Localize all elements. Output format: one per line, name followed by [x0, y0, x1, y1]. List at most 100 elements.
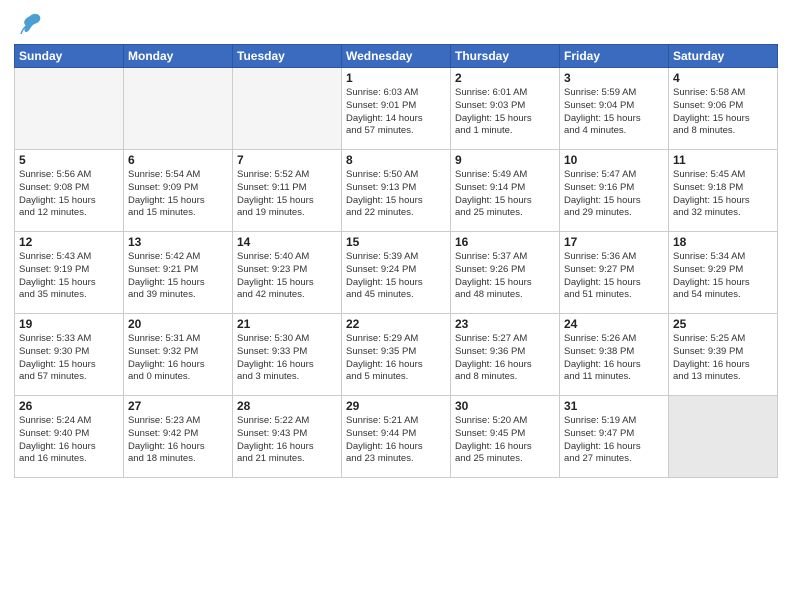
day-number: 4: [673, 71, 773, 85]
day-cell: 22 Sunrise: 5:29 AM Sunset: 9:35 PM Dayli…: [342, 314, 451, 396]
day-number: 24: [564, 317, 664, 331]
day-number: 3: [564, 71, 664, 85]
day-cell: 16Sunrise: 5:37 AM Sunset: 9:26 PM Dayli…: [451, 232, 560, 314]
day-info: Sunrise: 5:33 AM Sunset: 9:30 PM Dayligh…: [19, 333, 119, 384]
day-cell: 20 Sunrise: 5:31 AM Sunset: 9:32 PM Dayli…: [124, 314, 233, 396]
header: [14, 10, 778, 38]
col-header-monday: Monday: [124, 45, 233, 68]
day-info: Sunrise: 5:36 AM Sunset: 9:27 PM Dayligh…: [564, 251, 664, 302]
day-info: Sunrise: 5:45 AM Sunset: 9:18 PM Dayligh…: [673, 169, 773, 220]
day-info: Sunrise: 5:40 AM Sunset: 9:23 PM Dayligh…: [237, 251, 337, 302]
day-cell: 11 Sunrise: 5:45 AM Sunset: 9:18 PM Dayli…: [669, 150, 778, 232]
day-number: 25: [673, 317, 773, 331]
day-cell: 21 Sunrise: 5:30 AM Sunset: 9:33 PM Dayli…: [233, 314, 342, 396]
day-number: 11: [673, 153, 773, 167]
day-cell: [669, 396, 778, 478]
day-cell: 13Sunrise: 5:42 AM Sunset: 9:21 PM Dayli…: [124, 232, 233, 314]
calendar-table: SundayMondayTuesdayWednesdayThursdayFrid…: [14, 44, 778, 478]
day-info: Sunrise: 5:59 AM Sunset: 9:04 PM Dayligh…: [564, 87, 664, 138]
day-cell: 28Sunrise: 5:22 AM Sunset: 9:43 PM Dayli…: [233, 396, 342, 478]
col-header-sunday: Sunday: [15, 45, 124, 68]
week-row-3: 12Sunrise: 5:43 AM Sunset: 9:19 PM Dayli…: [15, 232, 778, 314]
day-cell: 6 Sunrise: 5:54 AM Sunset: 9:09 PM Daylig…: [124, 150, 233, 232]
col-header-thursday: Thursday: [451, 45, 560, 68]
day-info: Sunrise: 5:49 AM Sunset: 9:14 PM Dayligh…: [455, 169, 555, 220]
day-cell: 27 Sunrise: 5:23 AM Sunset: 9:42 PM Dayli…: [124, 396, 233, 478]
logo: [14, 10, 44, 38]
day-cell: 12Sunrise: 5:43 AM Sunset: 9:19 PM Dayli…: [15, 232, 124, 314]
day-number: 10: [564, 153, 664, 167]
day-number: 20: [128, 317, 228, 331]
day-info: Sunrise: 5:43 AM Sunset: 9:19 PM Dayligh…: [19, 251, 119, 302]
day-cell: 10 Sunrise: 5:47 AM Sunset: 9:16 PM Dayli…: [560, 150, 669, 232]
day-number: 22: [346, 317, 446, 331]
day-info: Sunrise: 5:54 AM Sunset: 9:09 PM Dayligh…: [128, 169, 228, 220]
day-info: Sunrise: 5:22 AM Sunset: 9:43 PM Dayligh…: [237, 415, 337, 466]
day-info: Sunrise: 5:31 AM Sunset: 9:32 PM Dayligh…: [128, 333, 228, 384]
logo-bird-icon: [16, 10, 44, 38]
day-number: 23: [455, 317, 555, 331]
day-cell: [233, 68, 342, 150]
day-number: 26: [19, 399, 119, 413]
day-cell: 8 Sunrise: 5:50 AM Sunset: 9:13 PM Daylig…: [342, 150, 451, 232]
day-info: Sunrise: 5:27 AM Sunset: 9:36 PM Dayligh…: [455, 333, 555, 384]
day-cell: 7 Sunrise: 5:52 AM Sunset: 9:11 PM Daylig…: [233, 150, 342, 232]
day-number: 2: [455, 71, 555, 85]
day-info: Sunrise: 5:39 AM Sunset: 9:24 PM Dayligh…: [346, 251, 446, 302]
header-row: SundayMondayTuesdayWednesdayThursdayFrid…: [15, 45, 778, 68]
day-number: 21: [237, 317, 337, 331]
day-info: Sunrise: 5:50 AM Sunset: 9:13 PM Dayligh…: [346, 169, 446, 220]
day-info: Sunrise: 5:42 AM Sunset: 9:21 PM Dayligh…: [128, 251, 228, 302]
day-number: 8: [346, 153, 446, 167]
day-cell: 17Sunrise: 5:36 AM Sunset: 9:27 PM Dayli…: [560, 232, 669, 314]
day-cell: [15, 68, 124, 150]
day-cell: 19 Sunrise: 5:33 AM Sunset: 9:30 PM Dayli…: [15, 314, 124, 396]
day-cell: 30 Sunrise: 5:20 AM Sunset: 9:45 PM Dayli…: [451, 396, 560, 478]
day-cell: 29 Sunrise: 5:21 AM Sunset: 9:44 PM Dayli…: [342, 396, 451, 478]
day-info: Sunrise: 5:21 AM Sunset: 9:44 PM Dayligh…: [346, 415, 446, 466]
day-info: Sunrise: 6:03 AM Sunset: 9:01 PM Dayligh…: [346, 87, 446, 138]
day-cell: 15Sunrise: 5:39 AM Sunset: 9:24 PM Dayli…: [342, 232, 451, 314]
day-cell: 1Sunrise: 6:03 AM Sunset: 9:01 PM Daylig…: [342, 68, 451, 150]
day-number: 18: [673, 235, 773, 249]
day-info: Sunrise: 5:58 AM Sunset: 9:06 PM Dayligh…: [673, 87, 773, 138]
day-cell: 2 Sunrise: 6:01 AM Sunset: 9:03 PM Daylig…: [451, 68, 560, 150]
day-info: Sunrise: 5:47 AM Sunset: 9:16 PM Dayligh…: [564, 169, 664, 220]
day-info: Sunrise: 5:30 AM Sunset: 9:33 PM Dayligh…: [237, 333, 337, 384]
day-info: Sunrise: 5:24 AM Sunset: 9:40 PM Dayligh…: [19, 415, 119, 466]
day-cell: 23 Sunrise: 5:27 AM Sunset: 9:36 PM Dayli…: [451, 314, 560, 396]
day-number: 9: [455, 153, 555, 167]
day-number: 31: [564, 399, 664, 413]
day-info: Sunrise: 5:52 AM Sunset: 9:11 PM Dayligh…: [237, 169, 337, 220]
day-cell: 4 Sunrise: 5:58 AM Sunset: 9:06 PM Daylig…: [669, 68, 778, 150]
day-cell: 31 Sunrise: 5:19 AM Sunset: 9:47 PM Dayli…: [560, 396, 669, 478]
day-info: Sunrise: 5:56 AM Sunset: 9:08 PM Dayligh…: [19, 169, 119, 220]
week-row-5: 26 Sunrise: 5:24 AM Sunset: 9:40 PM Dayli…: [15, 396, 778, 478]
day-number: 6: [128, 153, 228, 167]
day-info: Sunrise: 5:20 AM Sunset: 9:45 PM Dayligh…: [455, 415, 555, 466]
week-row-4: 19 Sunrise: 5:33 AM Sunset: 9:30 PM Dayli…: [15, 314, 778, 396]
day-number: 29: [346, 399, 446, 413]
day-cell: 26 Sunrise: 5:24 AM Sunset: 9:40 PM Dayli…: [15, 396, 124, 478]
week-row-1: 1Sunrise: 6:03 AM Sunset: 9:01 PM Daylig…: [15, 68, 778, 150]
col-header-tuesday: Tuesday: [233, 45, 342, 68]
day-cell: 14 Sunrise: 5:40 AM Sunset: 9:23 PM Dayli…: [233, 232, 342, 314]
day-number: 14: [237, 235, 337, 249]
day-number: 30: [455, 399, 555, 413]
day-info: Sunrise: 5:29 AM Sunset: 9:35 PM Dayligh…: [346, 333, 446, 384]
day-info: Sunrise: 6:01 AM Sunset: 9:03 PM Dayligh…: [455, 87, 555, 138]
day-cell: 5Sunrise: 5:56 AM Sunset: 9:08 PM Daylig…: [15, 150, 124, 232]
day-info: Sunrise: 5:26 AM Sunset: 9:38 PM Dayligh…: [564, 333, 664, 384]
day-cell: 9 Sunrise: 5:49 AM Sunset: 9:14 PM Daylig…: [451, 150, 560, 232]
day-cell: 25Sunrise: 5:25 AM Sunset: 9:39 PM Dayli…: [669, 314, 778, 396]
day-number: 7: [237, 153, 337, 167]
col-header-saturday: Saturday: [669, 45, 778, 68]
day-number: 19: [19, 317, 119, 331]
calendar-container: SundayMondayTuesdayWednesdayThursdayFrid…: [0, 0, 792, 484]
day-number: 27: [128, 399, 228, 413]
day-info: Sunrise: 5:19 AM Sunset: 9:47 PM Dayligh…: [564, 415, 664, 466]
day-info: Sunrise: 5:23 AM Sunset: 9:42 PM Dayligh…: [128, 415, 228, 466]
day-info: Sunrise: 5:37 AM Sunset: 9:26 PM Dayligh…: [455, 251, 555, 302]
day-cell: 18Sunrise: 5:34 AM Sunset: 9:29 PM Dayli…: [669, 232, 778, 314]
week-row-2: 5Sunrise: 5:56 AM Sunset: 9:08 PM Daylig…: [15, 150, 778, 232]
